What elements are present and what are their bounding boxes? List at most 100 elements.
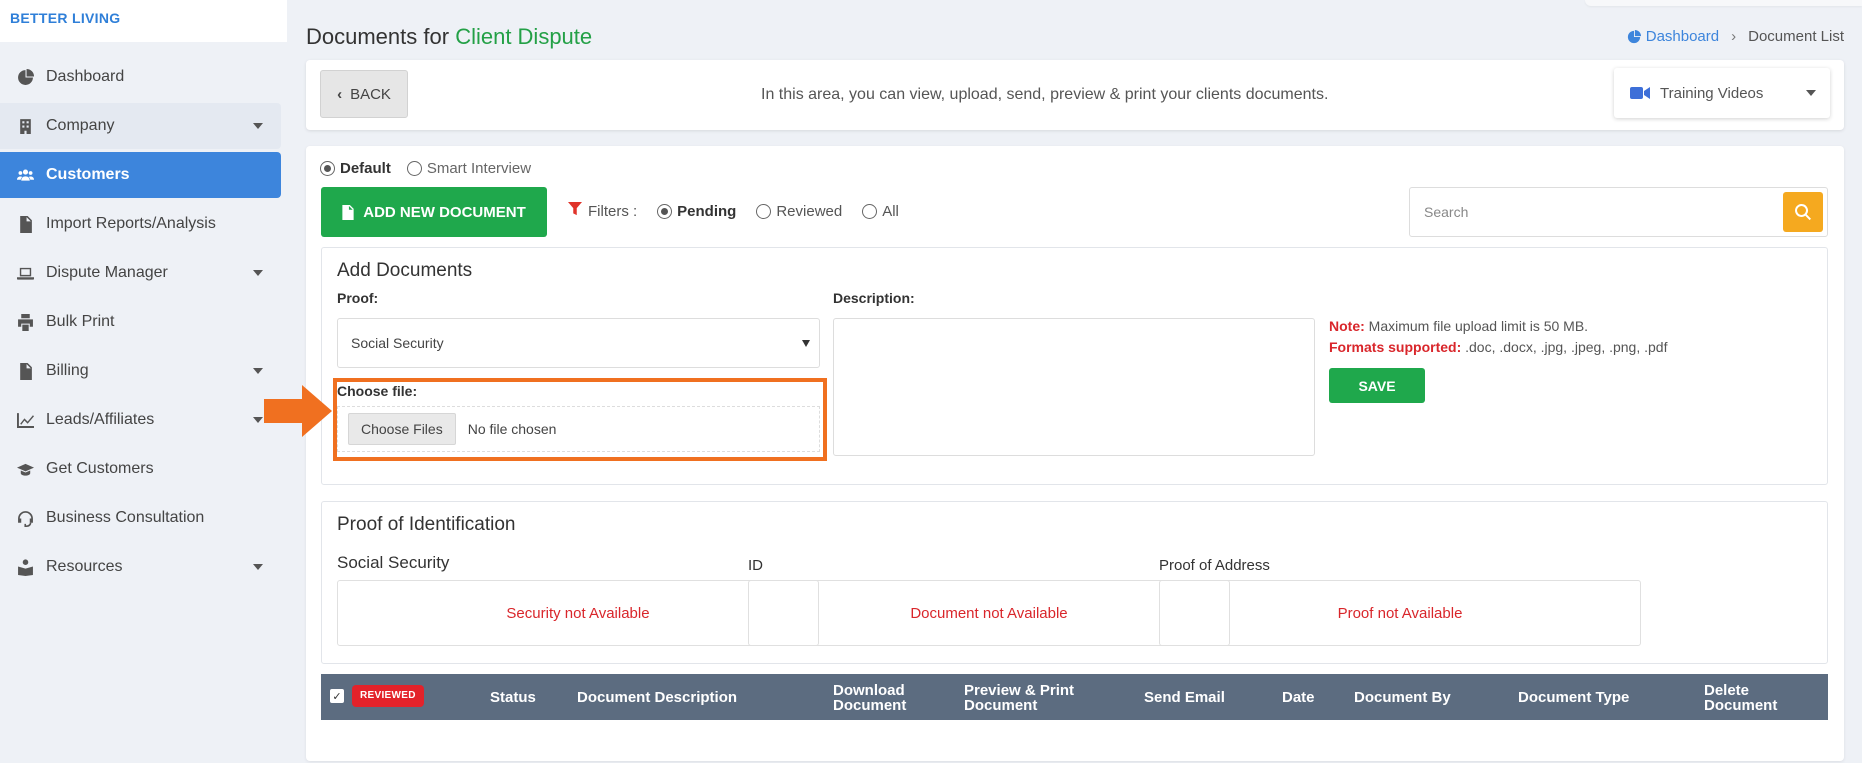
info-text: In this area, you can view, upload, send… (761, 86, 1329, 103)
filter-all-radio[interactable] (862, 203, 878, 219)
id-box: Document not Available (748, 580, 1230, 646)
invoice-icon (14, 362, 36, 380)
sidebar-item-label: Get Customers (46, 460, 154, 477)
formats-text: .doc, .docx, .jpg, .jpeg, .png, .pdf (1465, 339, 1668, 355)
sidebar-nav: Dashboard Company Customers Import Repor… (0, 42, 287, 590)
column-send-email: Send Email (1144, 689, 1225, 706)
breadcrumb-dashboard-link[interactable]: Dashboard (1627, 28, 1719, 45)
sidebar-item-billing[interactable]: Billing (0, 348, 281, 394)
sidebar-item-label: Business Consultation (46, 509, 205, 526)
video-camera-icon (1630, 86, 1650, 100)
social-security-label: Social Security (337, 553, 450, 572)
mode-selector: Default Smart Interview (320, 160, 547, 177)
mode-default-label[interactable]: Default (340, 160, 391, 177)
description-textarea[interactable] (833, 318, 1315, 456)
filter-reviewed-label[interactable]: Reviewed (776, 203, 842, 220)
sidebar-item-label: Billing (46, 362, 89, 379)
proof-of-address-box: Proof not Available (1159, 580, 1641, 646)
choose-file-label: Choose file: (337, 383, 418, 399)
training-videos-label: Training Videos (1660, 84, 1764, 102)
sidebar-item-label: Dashboard (46, 68, 125, 85)
sidebar-item-bulk-print[interactable]: Bulk Print (0, 299, 281, 345)
breadcrumb-current: Document List (1748, 28, 1844, 45)
column-delete-document: Delete Document (1704, 683, 1777, 713)
mode-smart-interview-radio[interactable] (406, 161, 422, 176)
sidebar-item-customers[interactable]: Customers (0, 152, 281, 198)
documents-table-header: ✓ REVIEWED Status Document Description D… (321, 674, 1828, 720)
page-title: Documents for Client Dispute (306, 24, 592, 50)
book-reader-icon (14, 558, 36, 576)
sidebar-item-get-customers[interactable]: Get Customers (0, 446, 281, 492)
proof-label: Proof: (337, 290, 379, 306)
column-delete-line2: Document (1704, 697, 1778, 714)
column-document-description: Document Description (577, 689, 738, 706)
sidebar-item-resources[interactable]: Resources (0, 544, 281, 590)
brand-logo[interactable]: BETTER LIVING (0, 0, 287, 42)
chart-line-icon (14, 411, 36, 429)
proof-select-value: Social Security (351, 335, 444, 351)
graduation-cap-icon (14, 460, 36, 478)
sidebar-item-company[interactable]: Company (0, 103, 281, 149)
annotation-arrow-icon (264, 385, 332, 437)
headset-icon (14, 509, 36, 527)
sidebar-item-import-reports[interactable]: Import Reports/Analysis (0, 201, 281, 247)
column-download-line2: Document (833, 697, 907, 714)
chevron-down-icon (253, 368, 263, 374)
info-bar: ‹ BACK In this area, you can view, uploa… (306, 60, 1844, 130)
id-status: Document not Available (910, 604, 1068, 622)
sidebar-item-label: Customers (46, 166, 130, 183)
filter-pending-label[interactable]: Pending (677, 203, 736, 220)
sidebar-item-leads-affiliates[interactable]: Leads/Affiliates (0, 397, 281, 443)
filter-reviewed-radio[interactable] (756, 203, 772, 219)
search-icon (1795, 204, 1811, 220)
save-button[interactable]: SAVE (1329, 368, 1425, 403)
choose-files-button[interactable]: Choose Files (348, 413, 456, 445)
filter-all-label[interactable]: All (882, 203, 899, 220)
search-input[interactable] (1410, 188, 1780, 236)
search-button[interactable] (1783, 192, 1823, 232)
breadcrumb: Dashboard › Document List (1627, 28, 1844, 45)
chevron-down-icon (253, 270, 263, 276)
id-label: ID (748, 557, 763, 574)
filters-label: Filters : (588, 202, 638, 220)
select-all-checkbox[interactable]: ✓ (330, 689, 344, 703)
proof-of-identification-panel: Proof of Identification Social Security … (321, 501, 1828, 664)
mode-default-radio[interactable] (320, 161, 335, 176)
sidebar-item-dashboard[interactable]: Dashboard (0, 54, 281, 100)
social-security-box: Security not Available (337, 580, 819, 646)
filter-pending-radio[interactable] (657, 203, 673, 219)
add-new-document-button[interactable]: ADD NEW DOCUMENT (321, 187, 547, 237)
reviewed-badge-button[interactable]: REVIEWED (352, 685, 424, 707)
main-content: Documents for Client Dispute Dashboard ›… (306, 0, 1844, 763)
column-date: Date (1282, 689, 1315, 706)
sidebar-item-label: Dispute Manager (46, 264, 168, 281)
sidebar-item-dispute-manager[interactable]: Dispute Manager (0, 250, 281, 296)
proof-select[interactable]: Social Security (337, 318, 820, 368)
mode-smart-interview-label[interactable]: Smart Interview (427, 160, 531, 177)
import-file-icon (14, 215, 36, 233)
sidebar-item-business-consultation[interactable]: Business Consultation (0, 495, 281, 541)
add-new-document-label: ADD NEW DOCUMENT (363, 203, 526, 221)
formats-label: Formats supported: (1329, 339, 1462, 355)
upload-note: Note: Maximum file upload limit is 50 MB… (1329, 316, 1667, 358)
proof-of-address-label: Proof of Address (1159, 557, 1270, 574)
sidebar-item-label: Resources (46, 558, 123, 575)
sidebar-item-label: Import Reports/Analysis (46, 215, 216, 232)
training-videos-dropdown[interactable]: Training Videos (1614, 68, 1830, 118)
search-box (1409, 187, 1828, 237)
chevron-down-icon (253, 417, 263, 423)
dashboard-icon (14, 68, 36, 86)
chevron-left-icon: ‹ (337, 85, 343, 103)
add-documents-title: Add Documents (337, 260, 473, 281)
sidebar-item-label: Leads/Affiliates (46, 411, 155, 428)
social-security-status: Security not Available (506, 604, 650, 622)
chevron-right-icon: › (1731, 28, 1737, 45)
documents-card: Default Smart Interview ADD NEW DOCUMENT… (306, 146, 1844, 761)
file-icon (342, 204, 354, 220)
note-label: Note: (1329, 318, 1365, 334)
page-title-prefix: Documents for (306, 24, 450, 49)
proof-of-identification-title: Proof of Identification (337, 514, 516, 535)
back-button[interactable]: ‹ BACK (320, 70, 408, 118)
column-preview-print-document: Preview & Print Document (964, 683, 1074, 713)
laptop-icon (14, 264, 36, 282)
